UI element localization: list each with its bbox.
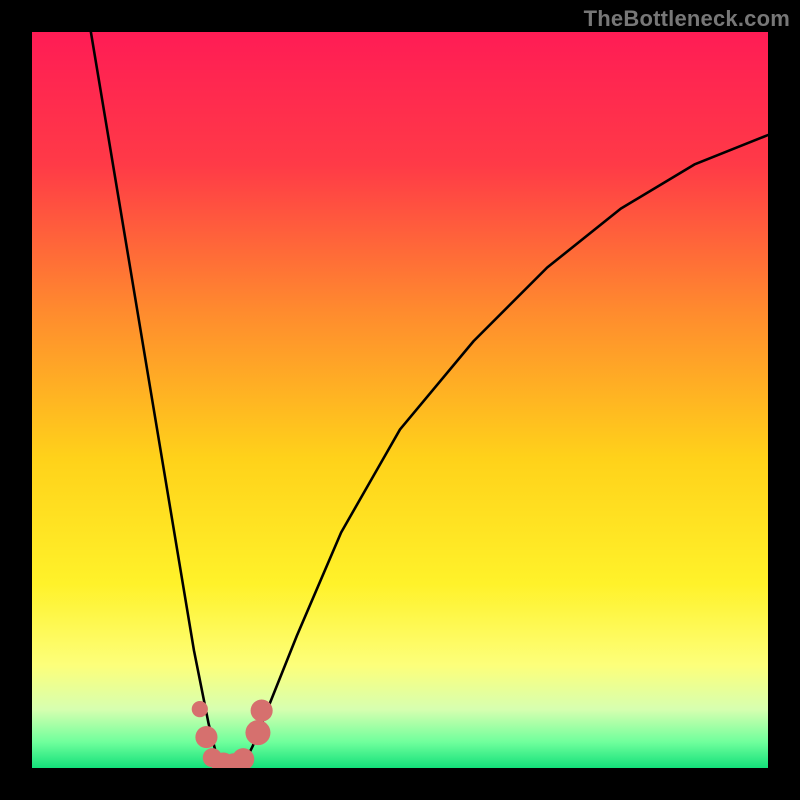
curve-markers bbox=[192, 700, 273, 768]
bottleneck-curve bbox=[91, 32, 768, 768]
watermark-text: TheBottleneck.com bbox=[584, 6, 790, 32]
curve-marker bbox=[195, 726, 217, 748]
curve-marker bbox=[192, 701, 208, 717]
chart-frame: TheBottleneck.com bbox=[0, 0, 800, 800]
plot-area bbox=[32, 32, 768, 768]
curve-marker bbox=[251, 700, 273, 722]
curve-marker bbox=[245, 720, 270, 745]
curve-layer bbox=[32, 32, 768, 768]
